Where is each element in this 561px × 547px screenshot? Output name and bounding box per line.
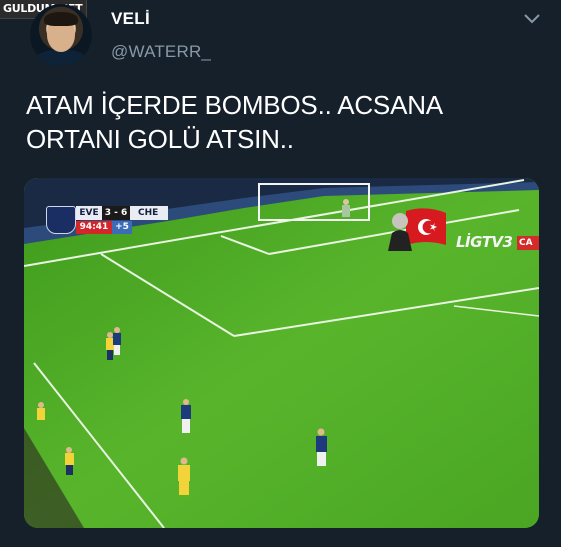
home-team: EVE [76,206,102,220]
added-time: +5 [112,221,132,234]
channel-badge: CA [517,236,539,250]
team-crest-icon [46,206,76,234]
user-handle[interactable]: @WATERR_ [111,42,211,62]
tweet-text: ATAM İÇERDE BOMBOS.. ACSANA ORTANI GOLÜ … [26,90,443,154]
goalkeeper [343,199,349,205]
match-clock: 94:41 [76,221,112,234]
avatar-shirt [36,50,86,66]
portrait-head [392,213,408,229]
chevron-down-icon[interactable] [522,12,542,26]
channel-logo: LİGTV3 [456,233,513,251]
player [37,402,45,420]
profile-avatar[interactable] [30,4,92,66]
turkish-flag-icon [388,208,446,251]
avatar-hair [44,12,78,26]
display-name[interactable]: VELİ [111,9,150,29]
away-team: CHE [130,206,168,220]
score: 3 - 6 [102,206,130,220]
